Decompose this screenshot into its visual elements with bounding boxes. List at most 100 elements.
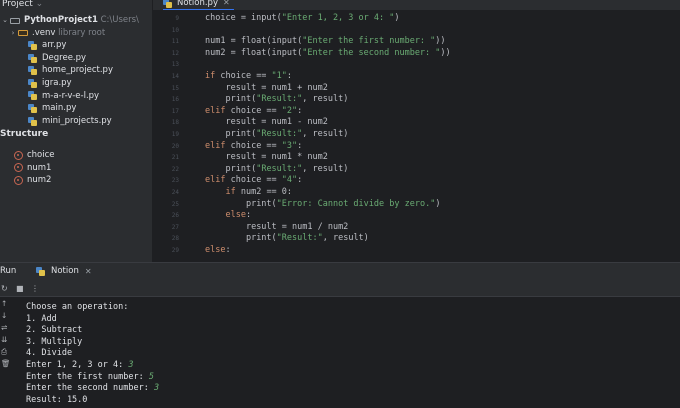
tree-file[interactable]: m-a-r-v-e-l.py <box>0 90 152 103</box>
line-number: 19 <box>171 131 179 138</box>
line-number: 9 <box>175 15 179 22</box>
chevron-down-icon[interactable]: ⌄ <box>0 14 10 27</box>
code-token: result = num1 - num2 <box>225 117 328 128</box>
console-line: 1. Add <box>26 314 57 324</box>
code-string: "Result:" <box>276 233 323 244</box>
code-line: elif choice == "3": <box>205 141 302 151</box>
line-number: 14 <box>171 73 179 80</box>
code-token: ) <box>394 13 400 23</box>
console-text: Result: 15.0 <box>26 394 88 405</box>
console-line: 2. Subtract <box>26 325 82 335</box>
code-token: print( <box>245 198 277 209</box>
python-file-icon <box>28 66 38 76</box>
line-number: 25 <box>171 200 179 208</box>
more-icon[interactable]: ⋮ <box>31 284 39 293</box>
structure-item-label: num1 <box>27 162 52 173</box>
print-icon[interactable]: ⎙ <box>1 347 7 357</box>
close-icon[interactable]: ✕ <box>85 267 92 276</box>
code-token: print( <box>225 163 257 174</box>
tree-file[interactable]: main.py <box>0 102 152 115</box>
code-keyword: elif <box>205 175 226 186</box>
variable-icon <box>14 163 23 173</box>
line-number: 11 <box>171 38 179 46</box>
code-token: , result) <box>322 233 369 244</box>
tree-venv[interactable]: › .venv library root <box>0 27 152 40</box>
line-gutter: 9 10 11 12 13 14 15 16 17 18 19 20 21 22 23 24 25 26 27 28 2… <box>153 10 181 260</box>
up-arrow-icon[interactable]: ↑ <box>1 299 7 308</box>
code-keyword: if <box>225 187 236 197</box>
code-token: choice = input( <box>205 13 282 23</box>
console-line: Enter the first number: 5 <box>26 372 154 382</box>
code-string: "Enter the first number: " <box>302 36 436 47</box>
run-console[interactable]: Choose an operation: 1. Add 2. Subtract 3. … <box>12 297 680 408</box>
chevron-right-icon[interactable]: › <box>8 27 18 40</box>
console-line: Result: 15.0 <box>26 395 87 405</box>
python-file-icon <box>28 91 38 101</box>
tree-file[interactable]: Degree.py <box>0 52 152 65</box>
file-label: igra.py <box>42 77 72 88</box>
close-icon[interactable]: ✕ <box>223 0 230 8</box>
python-file-icon <box>28 40 38 50</box>
root-path: C:\Users\ <box>100 15 139 25</box>
tab-label: Notion.py <box>177 0 218 8</box>
stop-icon[interactable]: ■ <box>16 284 24 293</box>
structure-item[interactable]: num1 <box>14 163 51 173</box>
structure-item[interactable]: choice <box>14 150 55 160</box>
code-token: : <box>297 140 303 151</box>
code-line: result = num1 + num2 <box>205 83 327 93</box>
code-token: : <box>225 245 231 255</box>
code-token: result = num1 * num2 <box>225 152 328 163</box>
console-text: 1. Add <box>26 313 57 324</box>
tree-file[interactable]: home_project.py <box>0 64 152 77</box>
console-text: Enter the first number: <box>26 371 149 382</box>
code-token: , result) <box>302 94 349 105</box>
line-number: 12 <box>171 49 179 57</box>
tree-file[interactable]: mini_projects.py <box>0 115 152 128</box>
python-run-icon <box>36 266 46 276</box>
console-text: Choose an operation: <box>26 302 129 312</box>
file-label: home_project.py <box>42 65 113 76</box>
project-panel-title[interactable]: Project ⌄ <box>0 0 152 14</box>
tree-root[interactable]: ⌄ PythonProject1 C:\Users\ <box>0 14 152 27</box>
run-panel-header: Run Notion ✕ <box>0 262 680 281</box>
tree-file[interactable]: igra.py <box>0 77 152 90</box>
code-line: print("Result:", result) <box>205 233 369 243</box>
code-token: )) <box>440 47 451 58</box>
code-keyword: if <box>205 71 216 81</box>
code-line: else: <box>205 245 231 255</box>
code-keyword: else <box>205 245 226 255</box>
run-tab-notion[interactable]: Notion ✕ <box>36 266 92 276</box>
structure-item[interactable]: num2 <box>14 175 51 185</box>
code-string: "Result:" <box>256 94 303 105</box>
run-label[interactable]: Run <box>0 266 16 276</box>
code-line: elif choice == "4": <box>205 175 302 185</box>
code-line: choice = input("Enter 1, 2, 3 or 4: ") <box>205 13 399 23</box>
run-toolbar: ↻ ■ ⋮ <box>0 281 680 297</box>
structure-title: Structure <box>0 129 49 139</box>
code-line: print("Result:", result) <box>205 129 348 139</box>
wrap-icon[interactable]: ⇌ <box>1 323 7 332</box>
code-token: choice == <box>225 105 282 116</box>
code-line: if choice == "1": <box>205 71 292 81</box>
scroll-end-icon[interactable]: ⇊ <box>1 335 7 344</box>
code-line: if num2 == 0: <box>205 187 292 197</box>
rerun-icon[interactable]: ↻ <box>1 284 8 293</box>
file-list: arr.py Degree.py home_project.py igra.py m-a… <box>0 39 152 127</box>
line-number: 27 <box>171 223 179 231</box>
structure-item-label: choice <box>27 150 55 160</box>
code-line: print("Result:", result) <box>205 164 348 174</box>
code-token: ) <box>435 198 441 209</box>
trash-icon[interactable]: 🗑 <box>1 359 11 368</box>
console-text: Enter 1, 2, 3 or 4: <box>26 360 129 370</box>
code-line: elif choice == "2": <box>205 106 302 116</box>
line-number: 28 <box>171 235 179 243</box>
code-token: result = num1 / num2 <box>245 221 349 232</box>
run-side-tools: ↑ ↓ ⇌ ⇊ ⎙ 🗑 <box>0 297 12 408</box>
folder-icon <box>18 29 28 37</box>
variable-icon <box>14 150 23 160</box>
tree-file[interactable]: arr.py <box>0 39 152 52</box>
line-number: 21 <box>171 154 179 162</box>
code-editor[interactable]: 9 10 11 12 13 14 15 16 17 18 19 20 21 22 23 24 25 26 27 28 2… <box>153 10 680 260</box>
code-token: choice == <box>215 71 272 81</box>
down-arrow-icon[interactable]: ↓ <box>1 311 7 320</box>
